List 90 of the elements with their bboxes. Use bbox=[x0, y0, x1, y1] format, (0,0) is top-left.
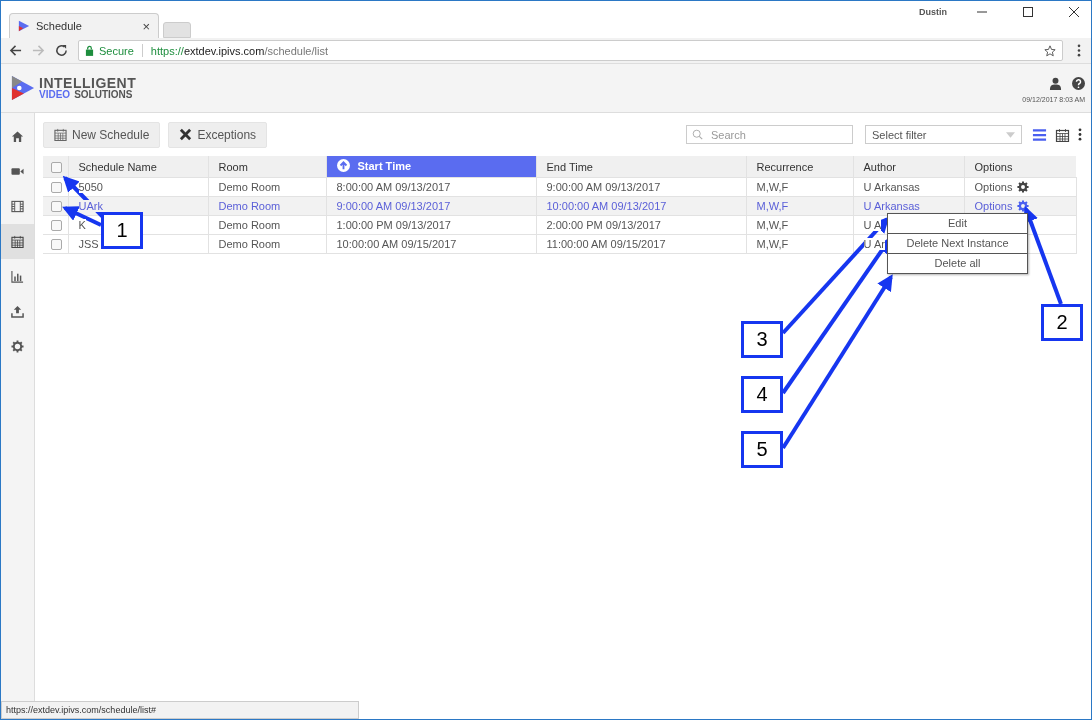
table-cell: U Arkansas bbox=[863, 200, 920, 212]
help-icon[interactable] bbox=[1072, 77, 1085, 90]
maximize-icon[interactable] bbox=[1023, 7, 1033, 17]
url-text: https://extdev.ipivs.com/schedule/list bbox=[150, 44, 328, 57]
star-icon[interactable] bbox=[1044, 44, 1056, 57]
address-bar[interactable]: Secure https://extdev.ipivs.com/schedule/list bbox=[78, 40, 1063, 61]
column-header[interactable]: Author bbox=[853, 156, 964, 178]
upload-icon bbox=[11, 305, 24, 318]
sort-ascending-icon bbox=[336, 159, 350, 172]
menu-item[interactable]: Edit bbox=[888, 214, 1027, 233]
logo-text: VIDEO bbox=[39, 90, 71, 100]
tab-title: Schedule bbox=[36, 20, 83, 32]
table-cell: 10:00:00 AM 09/15/2017 bbox=[336, 238, 457, 250]
table-cell: M,W,F bbox=[756, 200, 789, 212]
menu-dots-icon[interactable] bbox=[1077, 44, 1081, 57]
table-cell: 1:00:00 PM 09/13/2017 bbox=[336, 219, 451, 231]
back-arrow-icon[interactable] bbox=[9, 44, 22, 57]
callout-number: 2 bbox=[1041, 304, 1083, 341]
callout-number: 4 bbox=[741, 376, 783, 413]
column-header[interactable]: Start Time bbox=[326, 156, 536, 178]
table-cell: UArk bbox=[78, 200, 103, 212]
menu-item[interactable]: Delete all bbox=[888, 253, 1027, 273]
settings-icon[interactable] bbox=[1017, 200, 1030, 212]
table-cell: Demo Room bbox=[218, 181, 281, 193]
list-view-icon[interactable] bbox=[1032, 127, 1047, 142]
column-header[interactable]: Recurrence bbox=[746, 156, 853, 178]
table-cell: 10:00:00 AM 09/13/2017 bbox=[546, 200, 667, 212]
video-camera-icon bbox=[11, 165, 24, 178]
user-icon[interactable] bbox=[1049, 77, 1062, 90]
search-icon bbox=[692, 129, 703, 140]
table-cell: M,W,F bbox=[756, 181, 789, 193]
exceptions-button[interactable]: Exceptions bbox=[168, 121, 268, 148]
secure-label: Secure bbox=[99, 44, 134, 57]
settings-icon bbox=[11, 340, 24, 353]
callout-number: 3 bbox=[741, 321, 783, 358]
profile-name[interactable]: Dustin bbox=[919, 7, 947, 17]
table-cell: 2:00:00 PM 09/13/2017 bbox=[546, 219, 661, 231]
lock-icon bbox=[85, 45, 94, 56]
table-cell: U Arkansas bbox=[863, 181, 920, 193]
calendar-view-icon[interactable] bbox=[1055, 127, 1070, 142]
table-cell: Demo Room bbox=[218, 219, 281, 231]
bar-chart-icon bbox=[11, 270, 24, 283]
select-all-checkbox[interactable] bbox=[51, 161, 62, 173]
row-checkbox[interactable] bbox=[51, 182, 62, 194]
table-row[interactable]: UArk Demo Room 9:00:00 AM 09/13/2017 10:00:00 AM 09/13/2017 M,W,F U Arkansas Options bbox=[43, 196, 1076, 216]
table-cell: K bbox=[78, 219, 86, 231]
close-icon[interactable] bbox=[1069, 7, 1079, 17]
filter-dropdown[interactable]: Select filter bbox=[865, 125, 1022, 144]
table-cell: U Ar bbox=[863, 238, 885, 250]
row-checkbox[interactable] bbox=[51, 201, 62, 213]
table-cell: M,W,F bbox=[756, 219, 789, 231]
table-cell: JSS bbox=[78, 238, 99, 250]
tab-close-button[interactable]: × bbox=[142, 18, 150, 34]
menu-item[interactable]: Delete Next Instance bbox=[888, 233, 1027, 253]
column-header[interactable]: End Time bbox=[536, 156, 746, 178]
film-strip-icon bbox=[11, 200, 24, 213]
logo-text: SOLUTIONS bbox=[74, 90, 133, 100]
settings-icon[interactable] bbox=[1017, 181, 1030, 193]
table-cell: Demo Room bbox=[218, 200, 281, 212]
table-cell: 9:00:00 AM 09/13/2017 bbox=[546, 181, 661, 193]
table-row[interactable]: 5050 Demo Room 8:00:00 AM 09/13/2017 9:00:00 AM 09/13/2017 M,W,F U Arkansas Options bbox=[43, 177, 1076, 197]
new-schedule-button[interactable]: New Schedule bbox=[43, 121, 161, 148]
table-cell: M,W,F bbox=[756, 238, 789, 250]
row-checkbox[interactable] bbox=[51, 239, 62, 251]
table-cell: 11:00:00 AM 09/15/2017 bbox=[546, 238, 666, 250]
play-logo-icon bbox=[18, 20, 30, 32]
table-cell: U A bbox=[863, 219, 882, 231]
search-field[interactable]: Search bbox=[686, 125, 853, 144]
logo-text: INTELLIGENT bbox=[39, 76, 137, 90]
close-icon bbox=[179, 128, 193, 141]
table-cell: Demo Room bbox=[218, 238, 281, 250]
column-header[interactable]: Room bbox=[208, 156, 326, 178]
row-checkbox[interactable] bbox=[51, 220, 62, 232]
play-logo-icon bbox=[11, 74, 35, 102]
calendar-icon bbox=[54, 128, 67, 141]
table-cell: 9:00:00 AM 09/13/2017 bbox=[336, 200, 451, 212]
reload-icon[interactable] bbox=[55, 44, 68, 57]
caret-icon bbox=[1006, 131, 1015, 138]
browser-tab[interactable]: Schedule × bbox=[9, 13, 159, 38]
callout-number: 1 bbox=[101, 212, 143, 249]
column-header[interactable]: Options bbox=[964, 156, 1076, 178]
status-url: https://extdev.ipivs.com/schedule/list# bbox=[1, 701, 359, 719]
table-cell: 8:00:00 AM 09/13/2017 bbox=[336, 181, 451, 193]
sidebar-item[interactable] bbox=[1, 224, 34, 259]
home-icon bbox=[11, 130, 24, 143]
table-cell: 5050 bbox=[78, 181, 103, 193]
calendar-icon bbox=[11, 235, 24, 248]
more-icon[interactable] bbox=[1078, 128, 1082, 141]
callout-number: 5 bbox=[741, 431, 783, 468]
column-header[interactable]: Schedule Name bbox=[68, 156, 208, 178]
